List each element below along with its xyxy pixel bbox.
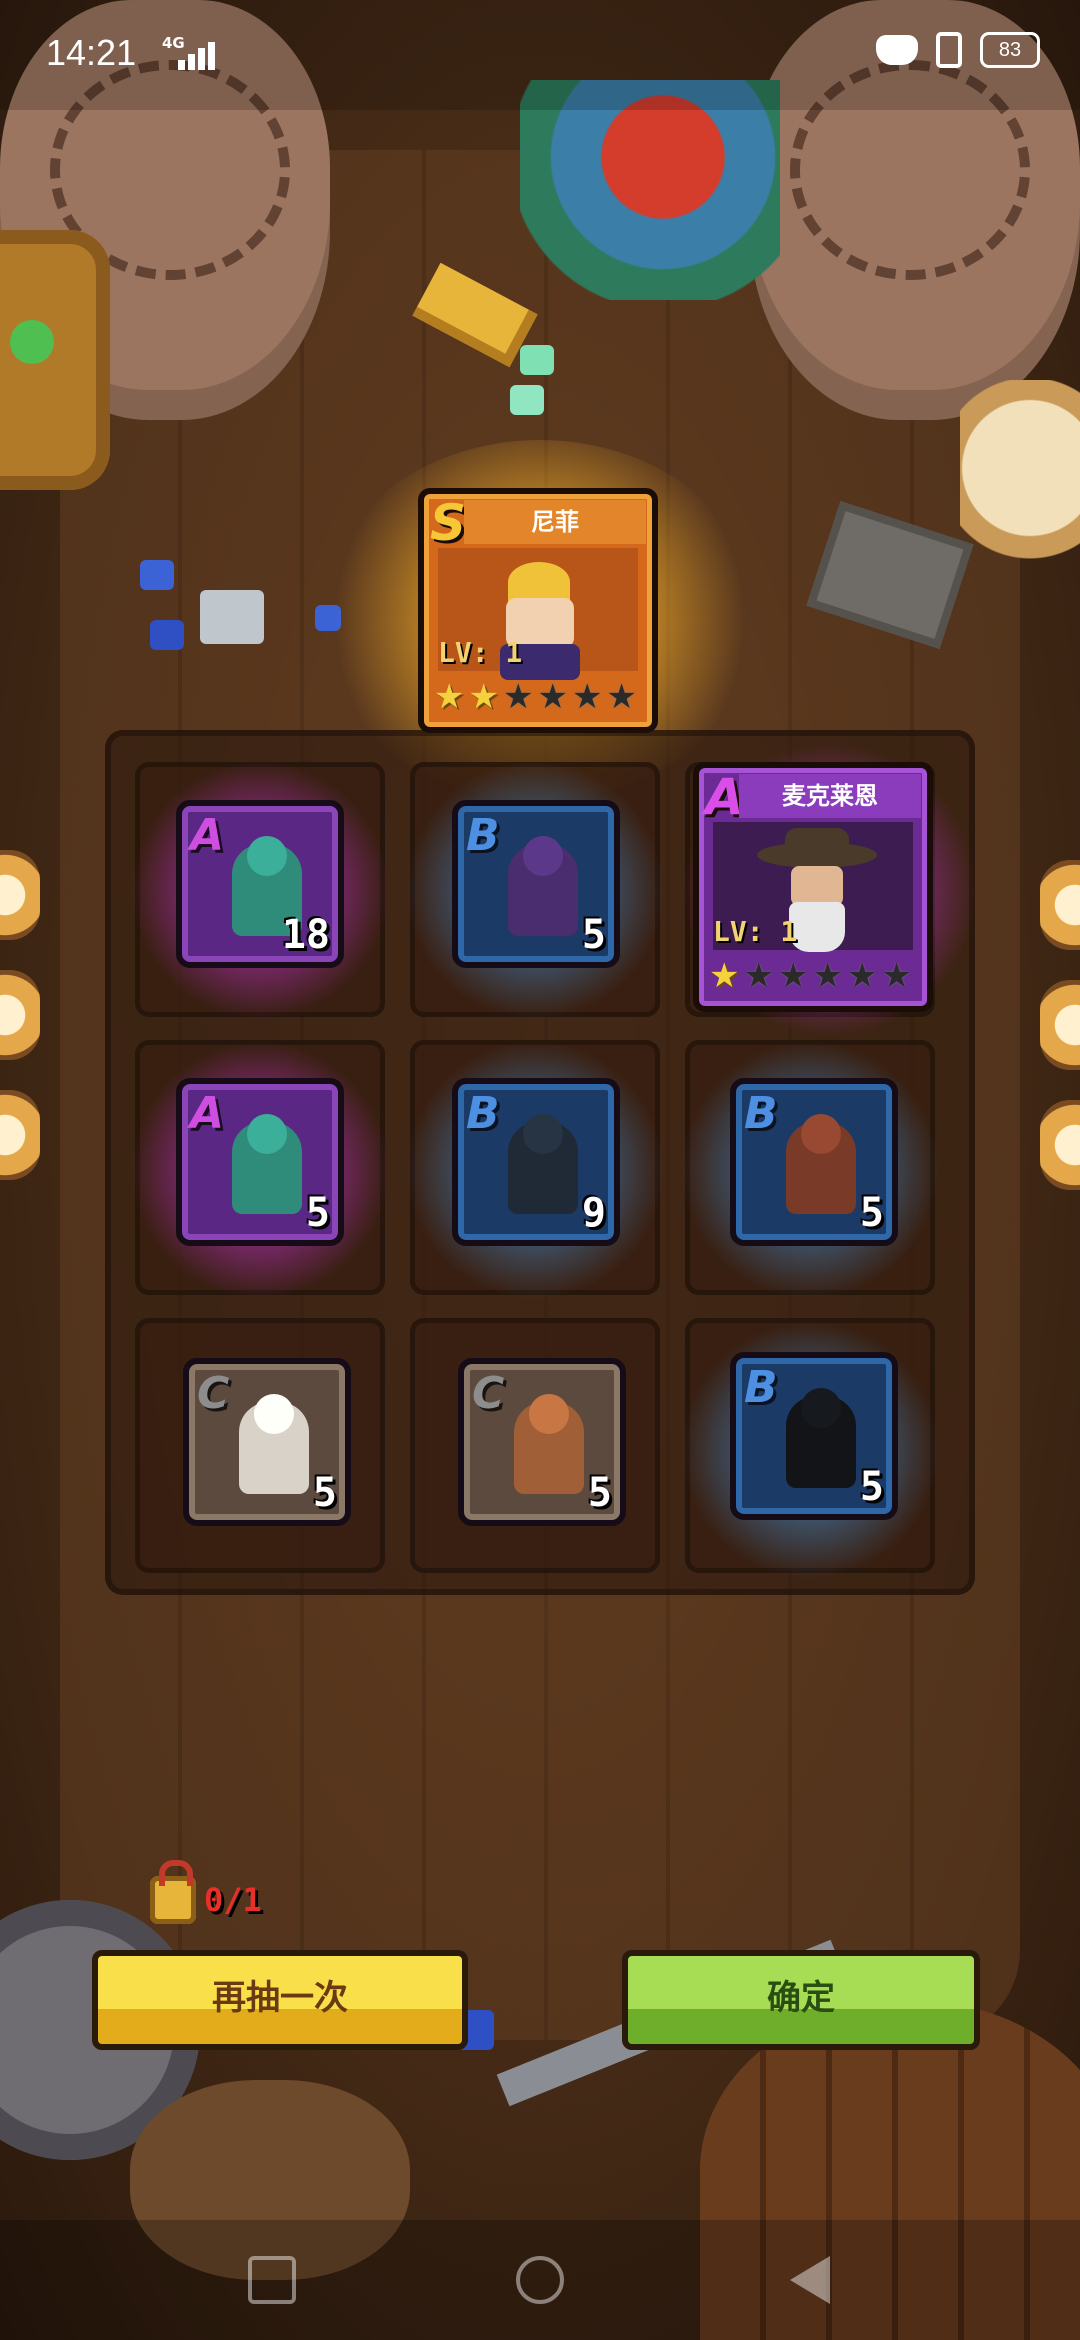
lantern-decoration [1040,860,1080,950]
shard-tile[interactable]: C 5 [183,1358,351,1526]
grade-badge: B [744,1362,778,1413]
gem-decoration [140,560,174,590]
confirm-button[interactable]: 确定 [622,1950,980,2050]
star-empty-icon: ★ [502,677,534,717]
lantern-decoration [0,1090,40,1180]
system-nav-bar [0,2220,1080,2340]
shard-tile[interactable]: B 5 [452,800,620,968]
brass-lamp-decoration [0,230,110,490]
character-figure [508,844,578,936]
shard-count: 5 [305,1190,330,1236]
star-empty-icon: ★ [846,956,878,996]
shard-count: 5 [312,1470,337,1516]
grade-badge: A [190,810,225,861]
character-figure [786,1122,856,1214]
draw-counter: 0/1 [150,1860,262,1930]
rooster-decoration [520,80,780,300]
home-button[interactable] [516,2256,564,2304]
hero-name: 尼菲 [464,500,646,544]
shard-count: 5 [587,1470,612,1516]
shard-tile[interactable]: B 5 [730,1078,898,1246]
lock-icon [150,1860,196,1924]
lantern-decoration [0,970,40,1060]
gem-decoration [520,345,554,375]
back-button[interactable] [790,2256,830,2304]
hero-level: LV: 1 [438,636,523,669]
gem-decoration [510,385,544,415]
status-time: 14:21 [46,32,137,73]
shard-count: 18 [281,912,330,958]
gem-decoration [200,590,264,644]
star-empty-icon: ★ [743,956,774,996]
shard-tile[interactable]: A 18 [176,800,344,968]
grade-badge: A [705,768,744,826]
star-filled-icon: ★ [709,956,740,996]
star-empty-icon: ★ [571,677,603,717]
star-rating: ★ ★ ★ ★ ★ ★ [434,677,642,717]
star-empty-icon: ★ [537,677,568,717]
hero-level: LV: 1 [713,915,798,948]
character-figure [508,1122,578,1214]
shard-tile[interactable]: B 5 [730,1352,898,1520]
grade-badge: C [472,1368,505,1419]
recent-apps-button[interactable] [248,2256,296,2304]
grade-badge: A [190,1088,225,1139]
grade-badge: C [197,1368,230,1419]
battery-icon: 83 [980,32,1040,68]
shard-count: 9 [581,1190,606,1236]
hero-card-a[interactable]: A 麦克莱恩 LV: 1 ★ ★ ★ ★ ★ ★ [693,762,933,1012]
gamepad-icon [876,35,918,65]
star-empty-icon: ★ [881,956,912,996]
network-type: 4G [162,34,185,52]
star-empty-icon: ★ [777,956,809,996]
grade-badge: B [466,1088,500,1139]
hero-name: 麦克莱恩 [739,774,921,818]
grade-badge: B [744,1088,778,1139]
lantern-decoration [0,850,40,940]
hero-card-s[interactable]: S 尼菲 LV: 1 ★ ★ ★ ★ ★ ★ [418,488,658,733]
star-empty-icon: ★ [812,956,843,996]
star-filled-icon: ★ [468,677,499,717]
shard-tile[interactable]: B 9 [452,1078,620,1246]
shard-count: 5 [859,1464,884,1510]
character-figure [786,1396,856,1488]
vibrate-icon [936,32,962,68]
shard-count: 5 [581,912,606,958]
shard-tile[interactable]: C 5 [458,1358,626,1526]
grade-badge: B [466,810,500,861]
lantern-decoration [1040,1100,1080,1190]
shard-tile[interactable]: A 5 [176,1078,344,1246]
character-figure [232,1122,302,1214]
status-bar: 14:21 4G 83 [0,0,1080,110]
coin-pile-decoration [960,380,1080,600]
character-figure [514,1402,584,1494]
shard-count: 5 [859,1190,884,1236]
star-empty-icon: ★ [606,677,637,717]
draw-again-button[interactable]: 再抽一次 [92,1950,468,2050]
gem-decoration [150,620,184,650]
star-rating: ★ ★ ★ ★ ★ ★ [709,956,917,996]
lantern-decoration [1040,980,1080,1070]
grade-badge: S [430,494,467,552]
draw-counter-text: 0/1 [204,1881,262,1919]
star-filled-icon: ★ [434,677,465,717]
character-figure [239,1402,309,1494]
